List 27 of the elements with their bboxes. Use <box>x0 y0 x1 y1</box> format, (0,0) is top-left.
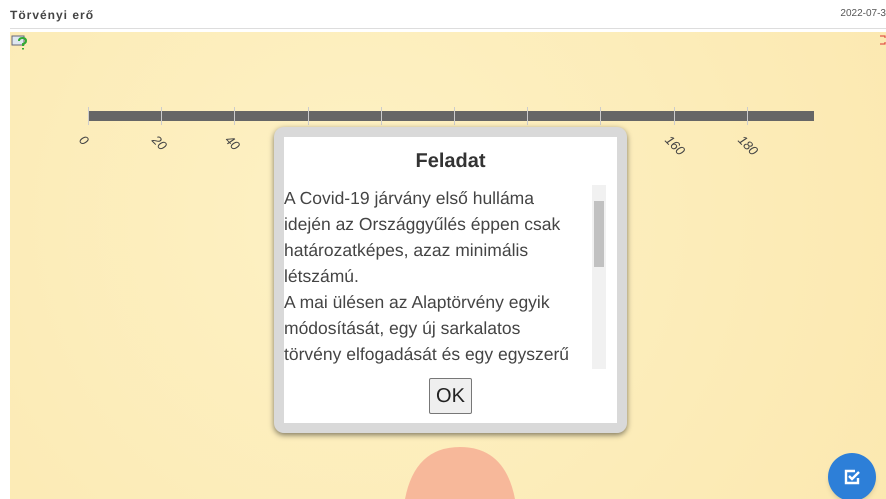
scale-tick <box>527 107 528 125</box>
scale-label: 20 <box>150 133 170 152</box>
scale-tick <box>88 107 89 125</box>
help-icon[interactable] <box>11 34 29 50</box>
scale-tick <box>746 107 748 125</box>
task-paragraph: A mai ülésen az Alaptörvény egyik módosítását, egy új sarkalatos törvény elfogadását és egy egyszerű <box>284 291 570 366</box>
ok-button[interactable]: OK <box>429 378 472 414</box>
scrollbar[interactable] <box>592 185 606 369</box>
scale-tick <box>380 107 382 125</box>
checkbox-icon <box>843 468 861 486</box>
task-paragraph: A Covid-19 járvány első hulláma idején az Országgyűlés éppen csak határozatképes, azaz minimális létszámú. <box>284 187 562 288</box>
scrollbar-thumb[interactable] <box>594 201 604 267</box>
scale-tick <box>454 107 455 125</box>
fullscreen-icon[interactable] <box>880 35 886 45</box>
scale-tick <box>674 107 675 125</box>
dialog-title: Feladat <box>415 151 486 171</box>
scale-label: 160 <box>662 133 687 158</box>
check-button[interactable] <box>828 453 876 499</box>
scale-tick <box>234 107 236 125</box>
scale-tick <box>600 107 602 125</box>
page-title: Törvényi erő <box>10 9 94 21</box>
scale-label: 40 <box>223 133 243 152</box>
scale-tick <box>308 107 309 125</box>
date-text: 2022-07-3 <box>840 9 886 19</box>
scale-label: 0 <box>76 133 92 148</box>
scale-tick <box>161 107 162 125</box>
scale-label: 180 <box>736 133 760 158</box>
